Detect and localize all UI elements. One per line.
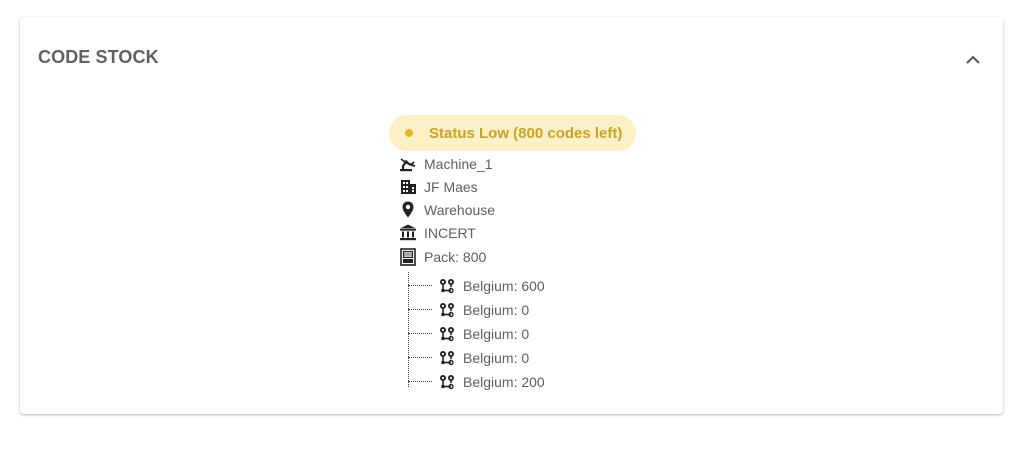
tree-connector: [408, 309, 432, 311]
collapse-button[interactable]: [961, 47, 985, 71]
market-item: Belgium: 200: [407, 370, 719, 394]
company-row: JF Maes: [399, 175, 719, 198]
tree-connector: [408, 357, 432, 359]
tree-connector: [408, 333, 432, 335]
pack-icon: [399, 247, 417, 266]
status-dot: [405, 129, 413, 137]
location-pin-icon: [399, 201, 417, 219]
route-icon: [438, 373, 456, 391]
location-label: Warehouse: [424, 201, 496, 218]
pack-label: Pack: 800: [424, 248, 487, 265]
market-label: Belgium: 0: [463, 350, 530, 366]
tree-connector: [408, 285, 432, 287]
robot-arm-icon: [399, 155, 417, 173]
route-icon: [438, 301, 456, 319]
machine-row: Machine_1: [399, 152, 719, 175]
status-label: Status Low (800 codes left): [429, 124, 623, 142]
market-label: Belgium: 200: [463, 374, 545, 390]
market-label: Belgium: 0: [463, 302, 530, 318]
market-item: Belgium: 600: [407, 274, 719, 298]
market-label: Belgium: 600: [463, 278, 545, 294]
route-icon: [438, 277, 456, 295]
market-tree: Belgium: 600 Belgium: 0 Belgium: 0 Belgium:…: [407, 272, 719, 394]
market-item: Belgium: 0: [407, 298, 719, 322]
company-label: JF Maes: [424, 178, 478, 195]
market-label: Belgium: 0: [463, 326, 530, 342]
chevron-up-icon: [966, 55, 980, 64]
authority-label: INCERT: [424, 224, 476, 241]
route-icon: [438, 349, 456, 367]
market-item: Belgium: 0: [407, 346, 719, 370]
location-row: Warehouse: [399, 198, 719, 221]
machine-label: Machine_1: [424, 155, 493, 172]
building-icon: [399, 178, 417, 196]
tree-connector: [408, 381, 432, 383]
stock-details: Status Low (800 codes left) Machine_1 JF…: [389, 115, 719, 394]
code-stock-card: CODE STOCK Status Low (800 codes left) M…: [20, 17, 1003, 414]
authority-row: INCERT: [399, 221, 719, 244]
route-icon: [438, 325, 456, 343]
status-badge: Status Low (800 codes left): [389, 115, 637, 151]
pack-row: Pack: 800: [399, 245, 719, 268]
market-item: Belgium: 0: [407, 322, 719, 346]
card-title: CODE STOCK: [38, 47, 159, 67]
bank-icon: [399, 224, 417, 242]
